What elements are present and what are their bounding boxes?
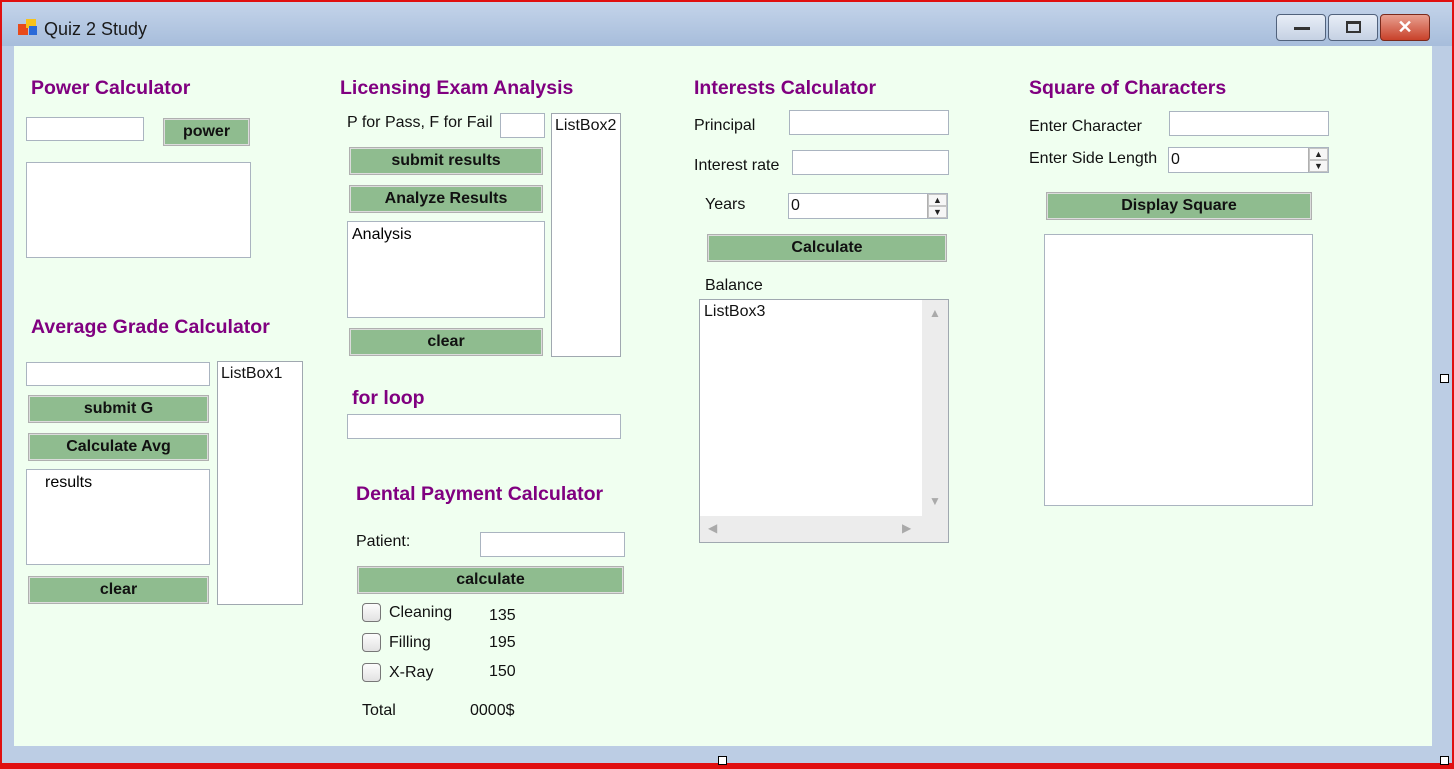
submit-grade-button[interactable]: submit G (28, 395, 209, 423)
years-spinner[interactable]: 0 ▲ ▼ (788, 193, 948, 219)
power-input[interactable] (26, 117, 144, 141)
listbox-1[interactable]: ListBox1 (217, 361, 303, 605)
forloop-heading: for loop (352, 387, 425, 409)
minimize-icon (1294, 27, 1310, 30)
total-label: Total (362, 702, 396, 719)
cleaning-price: 135 (489, 607, 516, 624)
enter-character-label: Enter Character (1029, 118, 1142, 135)
filling-checkbox[interactable] (362, 633, 381, 652)
licensing-heading: Licensing Exam Analysis (340, 77, 574, 99)
power-button[interactable]: power (163, 118, 250, 146)
average-heading: Average Grade Calculator (31, 316, 270, 338)
close-button[interactable]: ✕ (1380, 14, 1430, 41)
xray-price: 150 (489, 663, 516, 680)
horizontal-scrollbar[interactable]: ◀ ▶ (700, 516, 948, 542)
spin-up-icon[interactable]: ▲ (1309, 148, 1328, 160)
title-bar[interactable] (2, 2, 1452, 46)
pass-fail-input[interactable] (500, 113, 545, 138)
dental-calculate-button[interactable]: calculate (357, 566, 624, 594)
scroll-right-icon[interactable]: ▶ (902, 521, 911, 535)
filling-label[interactable]: Filling (389, 634, 431, 652)
side-spin-buttons[interactable]: ▲ ▼ (1308, 148, 1328, 172)
window-border-left (2, 46, 14, 763)
window-border-right (1432, 46, 1452, 763)
dental-heading: Dental Payment Calculator (356, 483, 604, 505)
cleaning-label[interactable]: Cleaning (389, 604, 452, 622)
total-value: 0000$ (470, 702, 515, 719)
listbox-3[interactable]: ListBox3 ▲ ▼ ◀ ▶ (699, 299, 949, 543)
years-spin-buttons[interactable]: ▲ ▼ (927, 194, 947, 218)
years-value[interactable]: 0 (791, 197, 800, 215)
display-square-button[interactable]: Display Square (1046, 192, 1312, 220)
vertical-scrollbar[interactable]: ▲ ▼ (922, 300, 948, 516)
scroll-left-icon[interactable]: ◀ (708, 521, 717, 535)
grade-input[interactable] (26, 362, 210, 386)
close-icon: ✕ (1397, 17, 1413, 37)
analyze-results-button[interactable]: Analyze Results (349, 185, 543, 213)
xray-checkbox[interactable] (362, 663, 381, 682)
xray-label[interactable]: X-Ray (389, 664, 433, 682)
square-output (1044, 234, 1313, 506)
minimize-button[interactable] (1276, 14, 1326, 41)
interest-calculate-button[interactable]: Calculate (707, 234, 947, 262)
square-heading: Square of Characters (1029, 77, 1227, 99)
maximize-button[interactable] (1328, 14, 1378, 41)
resize-handle-bottom[interactable] (718, 756, 727, 765)
resize-handle-corner[interactable] (1440, 756, 1449, 765)
side-length-spinner[interactable]: 0 ▲ ▼ (1168, 147, 1329, 173)
pass-fail-label: P for Pass, F for Fail (347, 114, 493, 131)
spin-down-icon[interactable]: ▼ (928, 206, 947, 218)
analysis-output: Analysis (347, 221, 545, 318)
scroll-up-icon[interactable]: ▲ (929, 306, 941, 320)
licensing-clear-button[interactable]: clear (349, 328, 543, 356)
app-icon (18, 19, 37, 35)
principal-input[interactable] (789, 110, 949, 135)
patient-input[interactable] (480, 532, 625, 557)
interest-heading: Interests Calculator (694, 77, 877, 99)
listbox-3-item[interactable]: ListBox3 (704, 303, 765, 321)
forloop-input[interactable] (347, 414, 621, 439)
submit-results-button[interactable]: submit results (349, 147, 543, 175)
maximize-icon (1346, 21, 1361, 33)
balance-label: Balance (705, 277, 763, 294)
resize-handle-right[interactable] (1440, 374, 1449, 383)
cleaning-checkbox[interactable] (362, 603, 381, 622)
character-input[interactable] (1169, 111, 1329, 136)
scroll-down-icon[interactable]: ▼ (929, 494, 941, 508)
years-label: Years (705, 196, 746, 213)
power-output (26, 162, 251, 258)
interest-rate-label: Interest rate (694, 157, 780, 174)
window-border-bottom (2, 746, 1452, 763)
filling-price: 195 (489, 634, 516, 651)
spin-up-icon[interactable]: ▲ (928, 194, 947, 206)
patient-label: Patient: (356, 533, 411, 550)
window-title: Quiz 2 Study (44, 19, 148, 39)
side-length-value[interactable]: 0 (1171, 151, 1180, 169)
interest-rate-input[interactable] (792, 150, 949, 175)
principal-label: Principal (694, 117, 756, 134)
average-results: results (26, 469, 210, 565)
power-heading: Power Calculator (31, 77, 191, 99)
spin-down-icon[interactable]: ▼ (1309, 160, 1328, 172)
calculate-avg-button[interactable]: Calculate Avg (28, 433, 209, 461)
average-clear-button[interactable]: clear (28, 576, 209, 604)
side-length-label: Enter Side Length (1029, 150, 1158, 167)
listbox-2[interactable]: ListBox2 (551, 113, 621, 357)
